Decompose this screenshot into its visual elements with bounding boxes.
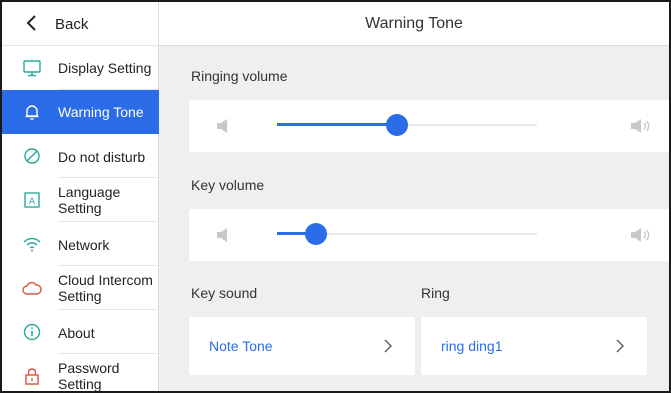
- sidebar-item-password-setting[interactable]: Password Setting: [2, 354, 159, 392]
- ring-label: Ring: [421, 285, 450, 301]
- key-volume-handle[interactable]: [305, 223, 327, 245]
- device-screen: Back Display Setting Warning Tone Do not…: [0, 0, 671, 393]
- back-label: Back: [55, 16, 89, 33]
- ringing-volume-panel: [189, 100, 669, 152]
- sidebar-item-network[interactable]: Network: [2, 222, 159, 266]
- sidebar-item-label: Network: [58, 237, 110, 253]
- volume-high-icon: [631, 119, 650, 133]
- page-title: Warning Tone: [365, 15, 463, 32]
- sidebar-item-label: Do not disturb: [58, 149, 146, 165]
- key-sound-selector[interactable]: Note Tone: [189, 317, 415, 375]
- sidebar-item-about[interactable]: About: [2, 310, 159, 354]
- ring-selector[interactable]: ring ding1: [421, 317, 647, 375]
- volume-low-icon: [217, 228, 227, 242]
- chevron-right-icon: [616, 339, 625, 353]
- key-sound-label: Key sound: [191, 285, 258, 301]
- sidebar-item-label: About: [58, 325, 95, 341]
- key-volume-panel: [189, 209, 669, 261]
- ringing-volume-handle[interactable]: [385, 114, 408, 136]
- settings-content: Ringing volume Key volume Key sound Ring…: [159, 46, 669, 391]
- wifi-icon: [23, 237, 41, 252]
- volume-low-icon: [217, 119, 227, 133]
- ringing-volume-slider[interactable]: [277, 114, 537, 136]
- sidebar-item-cloud-intercom-setting[interactable]: Cloud Intercom Setting: [2, 266, 159, 310]
- bell-icon: [25, 105, 39, 120]
- chevron-right-icon: [384, 339, 393, 353]
- page-header: Warning Tone: [159, 2, 669, 46]
- back-button[interactable]: Back: [2, 2, 159, 46]
- sidebar-item-display-setting[interactable]: Display Setting: [2, 46, 159, 90]
- ringing-volume-fill: [277, 123, 397, 126]
- ringing-volume-label: Ringing volume: [191, 68, 288, 84]
- sidebar-item-do-not-disturb[interactable]: Do not disturb: [2, 134, 159, 178]
- sidebar-item-label: Language Setting: [58, 184, 121, 216]
- sidebar-item-label: Password Setting: [58, 360, 120, 392]
- sidebar-item-label: Display Setting: [58, 60, 152, 76]
- info-icon: [23, 323, 41, 341]
- chevron-left-icon: [26, 15, 36, 31]
- sidebar-item-label: Cloud Intercom Setting: [58, 272, 153, 304]
- cloud-icon: [22, 281, 42, 295]
- key-sound-value: Note Tone: [209, 338, 273, 354]
- sidebar-item-warning-tone[interactable]: Warning Tone: [2, 90, 159, 134]
- volume-high-icon: [631, 228, 650, 242]
- svg-text:A: A: [29, 197, 36, 207]
- do-not-disturb-icon: [24, 148, 40, 164]
- sidebar-item-label: Warning Tone: [58, 104, 144, 120]
- key-volume-label: Key volume: [191, 177, 265, 193]
- key-volume-slider[interactable]: [277, 223, 537, 245]
- language-icon: A: [24, 192, 40, 208]
- monitor-icon: [23, 60, 41, 77]
- sidebar: Back Display Setting Warning Tone Do not…: [2, 2, 159, 391]
- lock-icon: [25, 368, 39, 385]
- ring-value: ring ding1: [441, 338, 503, 354]
- sidebar-item-language-setting[interactable]: A Language Setting: [2, 178, 159, 222]
